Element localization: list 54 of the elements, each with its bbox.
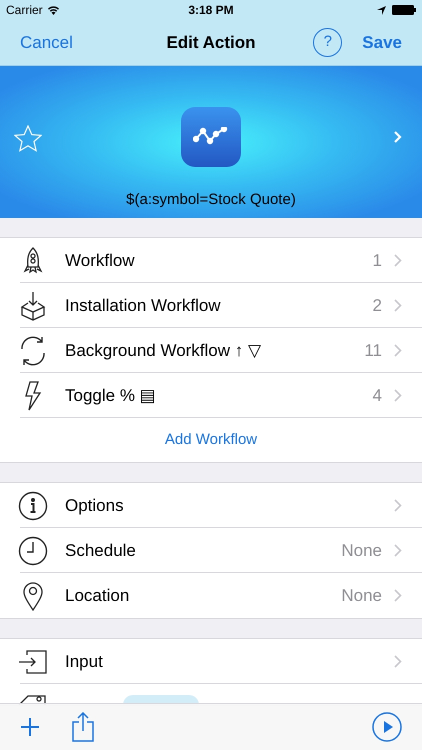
action-title: $(a:symbol=Stock Quote) [126,190,296,210]
location-arrow-icon [376,6,386,14]
row-detail: 2 [372,294,382,317]
wifi-icon [46,5,60,15]
table-row[interactable]: Schedule None [0,528,422,573]
info-icon [18,490,48,520]
chevron-right-icon [394,499,402,512]
chevron-right-icon [394,655,402,668]
rocket-icon [22,246,42,274]
add-icon[interactable] [20,717,40,737]
chevron-right-icon [394,344,402,357]
chevron-right-icon[interactable] [393,130,402,144]
row-label: Location [65,584,130,607]
add-workflow-link[interactable]: Add Workflow [164,428,258,452]
cancel-button[interactable]: Cancel [20,30,73,56]
box-download-icon [20,290,46,320]
table-row[interactable]: Workflow 1 [0,238,422,283]
table-row[interactable]: Background Workflow ↑ ▽ 11 [0,328,422,373]
input-icon [18,650,48,674]
location-pin-icon [22,580,44,610]
app-icon [181,107,241,167]
screen-title: Edit Action [166,32,256,54]
star-icon[interactable] [14,125,42,152]
table-row[interactable]: Installation Workflow 2 [0,283,422,328]
row-label: Toggle % ▤ [65,384,156,407]
table-row[interactable]: Toggle % ▤ 4 [0,373,422,418]
row-label: Schedule [65,540,136,562]
row-label: Installation Workflow [65,294,221,317]
tag-icon [18,694,48,705]
chevron-right-icon [394,589,402,602]
carrier-text: Carrier [6,2,43,19]
row-detail: 1 [372,250,382,272]
save-button[interactable]: Save [362,30,402,56]
chevron-right-icon [394,254,402,267]
battery-icon [392,5,416,15]
table-row[interactable]: Options [0,483,422,528]
clock-time: 3:18 PM [188,2,234,19]
help-button[interactable]: ? [313,28,342,57]
row-detail: None [341,540,382,562]
table-row[interactable]: Location None [0,573,422,618]
play-icon[interactable] [372,712,402,742]
clock-icon [18,536,48,566]
row-detail: 11 [364,340,382,362]
chevron-right-icon [394,544,402,557]
row-detail: None [341,584,382,607]
row-label: Options [65,494,124,517]
lightning-bolt-icon [24,380,42,410]
chevron-right-icon [394,299,402,312]
row-label: Workflow [65,250,135,272]
share-icon[interactable] [72,712,94,742]
chevron-right-icon [394,389,402,402]
row-label: Input [65,650,103,673]
row-detail: 4 [372,384,382,407]
row-label: Background Workflow ↑ ▽ [65,340,261,362]
